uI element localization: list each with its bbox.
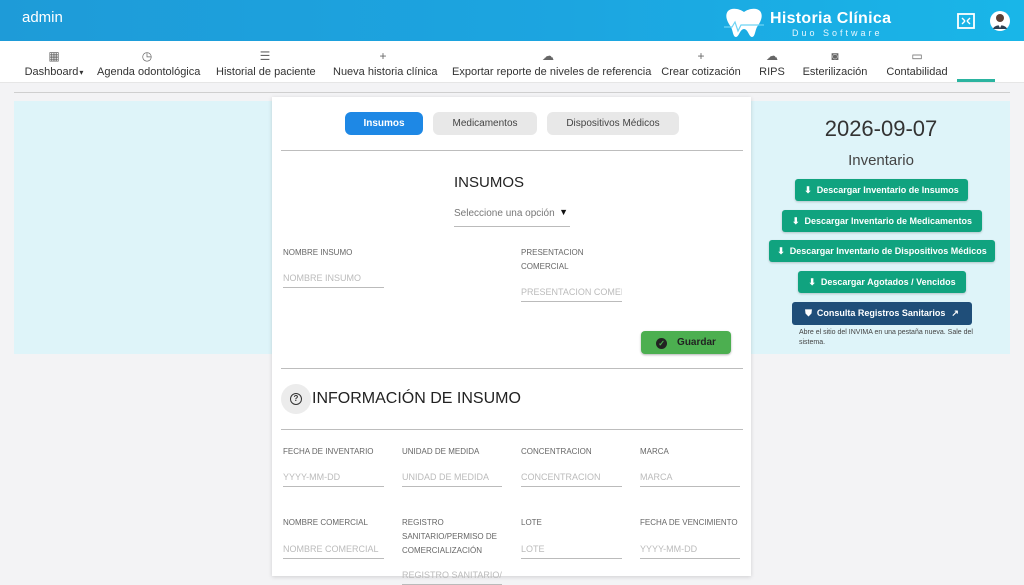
question-icon: ? [290,393,302,405]
nav-label: Contabilidad [886,66,948,78]
expand-icon[interactable] [955,10,977,32]
nav-label: Dashboard [24,66,79,78]
cloud-download-icon: ☁ [766,49,778,63]
nav-nueva-historia[interactable]: + Nueva historia clínica [333,41,438,83]
nav-exportar-reporte[interactable]: ☁ Exportar reporte de niveles de referen… [452,41,652,83]
main-nav: ▦ Dashboard▾ ◷ Agenda odontológica ☰ His… [0,41,1024,83]
unidad-medida-label: UNIDAD DE MEDIDA [402,447,480,456]
inventory-heading: Inventario [848,152,914,169]
nombre-insumo-input[interactable] [283,268,384,288]
presentacion-comercial-label: PRESENTACION COMERCIAL [521,248,584,271]
clock-icon: ◷ [141,49,153,63]
section-title: INSUMOS [454,174,525,191]
download-agotados-button[interactable]: ⬇ Descargar Agotados / Vencidos [798,271,966,293]
button-label: Consulta Registros Sanitarios [816,308,946,318]
chevron-down-icon: ▾ [79,68,84,77]
dashboard-icon: ▦ [48,49,60,63]
registry-lookup-button[interactable]: ⛊ Consulta Registros Sanitarios ↗ [792,302,972,325]
concentracion-input[interactable] [521,467,622,487]
nombre-comercial-input[interactable] [283,539,384,559]
nombre-comercial-label: NOMBRE COMERCIAL [283,518,368,527]
list-icon: ☰ [259,49,271,63]
lote-label: LOTE [521,518,542,527]
doctor-avatar-icon[interactable] [989,10,1011,32]
download-icon: ⬇ [777,246,785,256]
help-icon[interactable]: ? [281,384,311,414]
button-label: Descargar Inventario de Insumos [816,185,959,195]
app-logo: Historia Clínica Duo Software [722,7,927,39]
logo-subtitle: Duo Software [792,28,883,38]
registro-sanitario-input[interactable] [402,565,502,585]
button-label: Descargar Inventario de Dispositivos Méd… [789,246,987,256]
divider [281,150,743,151]
download-insumos-button[interactable]: ⬇ Descargar Inventario de Insumos [795,179,968,201]
tab-dispositivos-medicos[interactable]: Dispositivos Médicos [547,112,679,135]
download-icon: ⬇ [791,216,800,226]
check-circle-icon: ✓ [656,338,668,349]
nav-label: Exportar reporte de niveles de referenci… [452,66,652,78]
divider [281,368,743,369]
unidad-medida-input[interactable] [402,467,502,487]
user-name: admin [22,9,63,26]
fecha-vencimiento-input[interactable] [640,539,740,559]
logo-title: Historia Clínica [770,10,892,27]
tab-medicamentos[interactable]: Medicamentos [433,112,537,135]
nav-agenda[interactable]: ◷ Agenda odontológica [97,41,201,83]
shield-check-icon: ⛊ [805,308,812,318]
save-label: Guardar [677,337,716,348]
nav-label: Historial de paciente [216,66,316,78]
button-label: Descargar Inventario de Medicamentos [804,216,973,226]
download-dispositivos-button[interactable]: ⬇ Descargar Inventario de Dispositivos Mé… [769,240,995,262]
cash-icon: ▭ [911,49,923,63]
lote-input[interactable] [521,539,622,559]
nav-rips[interactable]: ☁ RIPS [757,41,787,83]
info-section-title: INFORMACIÓN DE INSUMO [312,390,521,407]
presentacion-comercial-input[interactable] [521,282,622,302]
nav-historial[interactable]: ☰ Historial de paciente [216,41,316,83]
cloud-download-icon: ☁ [542,49,554,63]
nav-contabilidad[interactable]: ▭ Contabilidad [885,41,949,83]
download-medicamentos-button[interactable]: ⬇ Descargar Inventario de Medicamentos [782,210,982,232]
tooth-logo-icon [724,8,764,37]
external-link-icon: ↗ [951,308,959,318]
marca-input[interactable] [640,467,740,487]
save-button[interactable]: ✓ Guardar [641,331,731,354]
registro-sanitario-label: REGISTRO SANITARIO/PERMISO DE COMERCIALI… [402,518,497,555]
nav-label: Agenda odontológica [97,66,201,78]
nav-label: RIPS [759,66,785,78]
download-icon: ⬇ [808,277,816,287]
tab-insumos[interactable]: Insumos [345,112,423,135]
sterilizer-icon: ◙ [831,49,839,63]
nav-label: Crear cotización [661,66,741,78]
fecha-inventario-input[interactable] [283,467,384,487]
divider [14,92,1010,93]
nav-dashboard[interactable]: ▦ Dashboard▾ [22,41,86,83]
dropdown-arrow-icon: ▼ [559,207,568,217]
current-date: 2026-09-07 [824,116,938,141]
concentracion-label: CONCENTRACION [521,447,592,456]
nav-crear-cotizacion[interactable]: + Crear cotización [661,41,741,83]
marca-label: MARCA [640,447,669,456]
registry-note: Abre el sitio del INVIMA en una pestaña … [799,329,973,346]
nav-esterilizacion[interactable]: ◙ Esterilización [802,41,868,83]
nombre-insumo-label: NOMBRE INSUMO [283,248,353,257]
select-placeholder: Seleccione una opción [454,208,555,219]
plus-icon: + [697,49,705,63]
inventory-form-card: Insumos Medicamentos Dispositivos Médico… [272,97,751,585]
divider [281,429,743,430]
fecha-inventario-label: FECHA DE INVENTARIO [283,447,374,456]
top-bar: admin Historia Clínica Duo Software [0,0,1024,41]
button-label: Descargar Agotados / Vencidos [820,277,956,287]
fecha-vencimiento-label: FECHA DE VENCIMIENTO [640,518,738,527]
download-icon: ⬇ [804,185,812,195]
plus-icon: + [379,49,387,63]
insumo-select[interactable]: Seleccione una opción ▼ [454,201,570,227]
nav-active-indicator [957,79,995,82]
nav-label: Esterilización [802,66,868,78]
nav-label: Nueva historia clínica [333,66,438,78]
